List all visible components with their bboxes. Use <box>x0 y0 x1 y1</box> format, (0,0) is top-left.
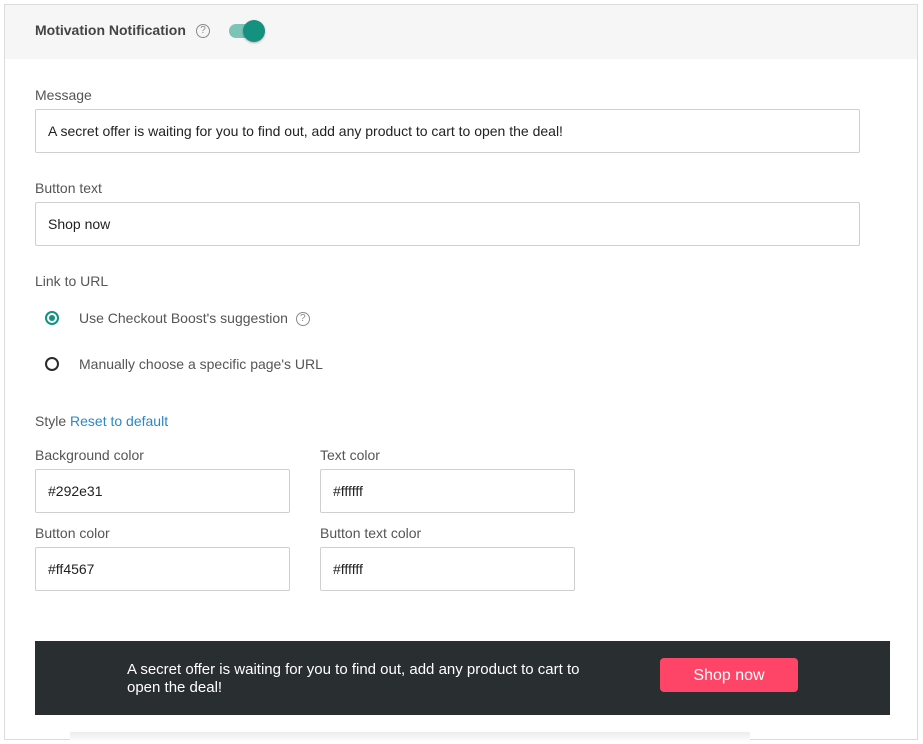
button-color-input[interactable]: #ff4567 <box>35 547 290 591</box>
reset-to-default-link[interactable]: Reset to default <box>70 413 168 429</box>
style-heading: Style Reset to default <box>35 413 168 429</box>
background-color-label: Background color <box>35 447 144 463</box>
button-text-color-label: Button text color <box>320 525 422 541</box>
section-title: Motivation Notification <box>35 22 186 38</box>
message-input[interactable]: A secret offer is waiting for you to fin… <box>35 109 860 153</box>
button-text-color-input[interactable]: #ffffff <box>320 547 575 591</box>
radio-button-unchecked[interactable] <box>45 357 59 371</box>
settings-card: Motivation Notification ? Message A secr… <box>4 4 918 740</box>
message-label: Message <box>35 87 92 103</box>
preview-message: A secret offer is waiting for you to fin… <box>127 661 580 696</box>
preview-shop-now-button[interactable]: Shop now <box>660 658 798 692</box>
toggle-knob <box>243 20 265 42</box>
radio-button-checked[interactable] <box>45 311 59 325</box>
card-bottom-shadow <box>70 732 750 742</box>
button-text-input[interactable]: Shop now <box>35 202 860 246</box>
background-color-input[interactable]: #292e31 <box>35 469 290 513</box>
question-circle-icon[interactable]: ? <box>196 24 210 38</box>
button-color-label: Button color <box>35 525 110 541</box>
link-to-url-label: Link to URL <box>35 273 109 289</box>
radio-label-manual: Manually choose a specific page's URL <box>79 356 323 372</box>
question-circle-icon[interactable]: ? <box>295 312 310 327</box>
button-text-label: Button text <box>35 180 102 196</box>
style-label: Style <box>35 413 67 429</box>
text-color-label: Text color <box>320 447 380 463</box>
notification-preview: A secret offer is waiting for you to fin… <box>35 641 890 715</box>
card-header: Motivation Notification ? <box>5 5 917 59</box>
text-color-input[interactable]: #ffffff <box>320 469 575 513</box>
motivation-notification-toggle[interactable] <box>229 20 265 42</box>
radio-label-suggestion: Use Checkout Boost's suggestion <box>79 310 288 326</box>
